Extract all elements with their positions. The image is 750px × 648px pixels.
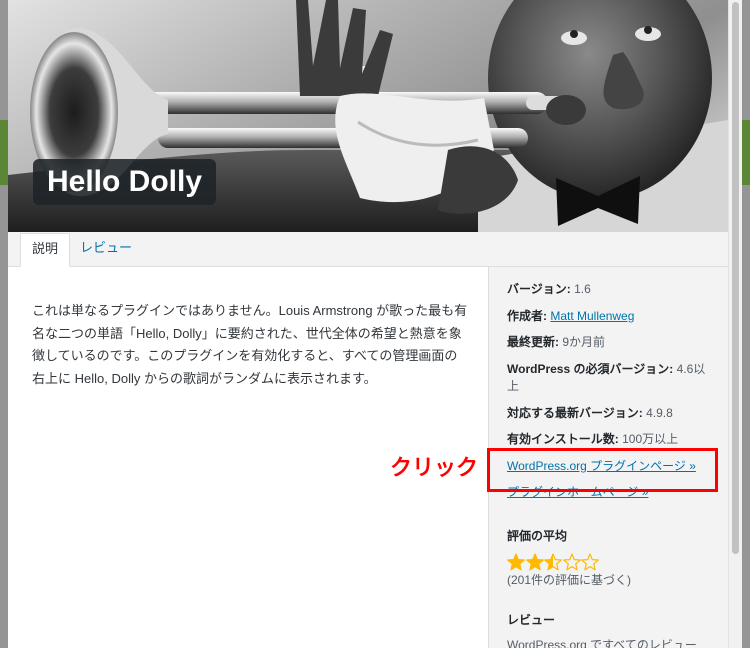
rating-count: (201件の評価に基づく)	[507, 573, 632, 587]
meta-installs-label: 有効インストール数:	[507, 432, 619, 446]
star-shape	[507, 553, 525, 571]
meta-requires: WordPress の必須バージョン: 4.6以上	[507, 361, 707, 396]
meta-version-value: 1.6	[574, 282, 591, 296]
scrollbar-thumb[interactable]	[732, 2, 739, 554]
rating-heading: 評価の平均	[507, 529, 568, 543]
meta-author-label: 作成者:	[507, 308, 547, 323]
plugin-description: これは単なるプラグインではありません。Louis Armstrong が歌った最…	[32, 303, 468, 386]
rating-stars	[507, 553, 728, 571]
modal-scrollbar[interactable]	[728, 0, 742, 648]
meta-last-updated-value: 9か月前	[562, 335, 606, 349]
star-shape	[525, 553, 544, 571]
reviews-heading: レビュー	[507, 613, 556, 627]
tab-description[interactable]: 説明	[20, 233, 71, 267]
plugin-title: Hello Dolly	[33, 159, 217, 205]
author-link[interactable]: Matt Mullenweg	[550, 309, 634, 323]
page: { "modal": { "banner": { "title": "Hello…	[0, 0, 750, 648]
tab-bar: 説明 レビュー	[8, 232, 728, 267]
meta-installs-value: 100万以上	[622, 432, 679, 446]
photo-pupil-right	[644, 26, 652, 34]
meta-tested: 対応する最新バージョン: 4.9.8	[507, 405, 707, 423]
meta-version-label: バージョン:	[507, 282, 571, 296]
meta-version: バージョン: 1.6	[507, 281, 707, 299]
plugin-banner: Hello Dolly	[8, 0, 728, 232]
meta-tested-label: 対応する最新バージョン:	[507, 405, 643, 420]
star-shape	[562, 553, 581, 571]
reviews-text: WordPress.org ですべてのレビュー	[507, 638, 697, 648]
star-shape	[581, 553, 600, 571]
star-half-icon	[544, 553, 563, 571]
meta-tested-value: 4.9.8	[646, 405, 673, 420]
tab-reviews[interactable]: レビュー	[70, 233, 142, 266]
meta-installs: 有効インストール数: 100万以上	[507, 431, 707, 449]
photo-lips	[546, 95, 586, 125]
star-empty-icon	[562, 553, 581, 571]
annotation-highlight-box	[487, 448, 718, 492]
plugin-details-modal: Hello Dolly 説明 レビュー これは単なるプラグインではありません。L…	[8, 0, 742, 648]
meta-requires-label: WordPress の必須バージョン:	[507, 361, 674, 376]
star-empty-icon	[581, 553, 600, 571]
photo-pupil-left	[570, 30, 578, 38]
star-shape	[544, 553, 563, 571]
meta-last-updated: 最終更新: 9か月前	[507, 334, 707, 352]
meta-author: 作成者: Matt Mullenweg	[507, 308, 707, 326]
star-full-icon	[525, 553, 544, 571]
annotation-label: クリック	[390, 455, 479, 480]
meta-last-updated-label: 最終更新:	[507, 335, 559, 349]
star-full-icon	[507, 553, 525, 571]
